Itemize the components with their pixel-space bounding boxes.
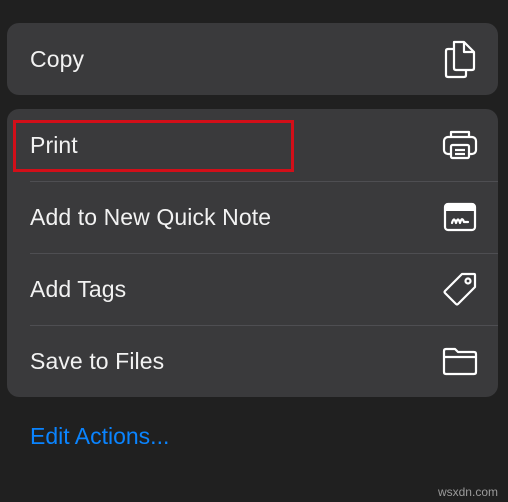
copy-action[interactable]: Copy <box>7 23 498 95</box>
add-tags-action[interactable]: Add Tags <box>7 253 498 325</box>
print-action[interactable]: Print <box>7 109 498 181</box>
add-quick-note-action[interactable]: Add to New Quick Note <box>7 181 498 253</box>
copy-group: Copy <box>7 23 498 95</box>
copy-icon <box>442 39 478 79</box>
quick-note-icon <box>442 197 478 237</box>
save-to-files-label: Save to Files <box>30 347 165 374</box>
watermark: wsxdn.com <box>437 485 498 499</box>
save-to-files-action[interactable]: Save to Files <box>7 325 498 397</box>
add-quick-note-label: Add to New Quick Note <box>30 203 272 230</box>
add-tags-label: Add Tags <box>30 275 127 302</box>
tag-icon <box>442 269 478 309</box>
printer-icon <box>442 125 478 165</box>
print-label: Print <box>30 131 78 158</box>
actions-group: Print Add to New Quick Note Add Tags Sav… <box>7 109 498 397</box>
folder-icon <box>442 341 478 381</box>
copy-label: Copy <box>30 45 85 72</box>
edit-actions-link[interactable]: Edit Actions... <box>30 423 169 450</box>
